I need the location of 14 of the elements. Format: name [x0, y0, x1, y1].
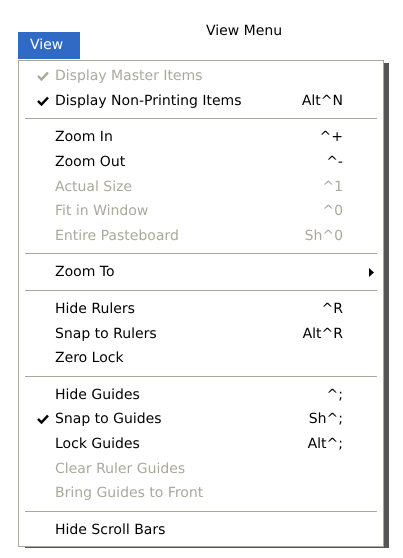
submenu-arrow-icon: [369, 268, 374, 277]
menu-item[interactable]: Zoom To: [19, 260, 383, 285]
menu-item[interactable]: Display Non-Printing Items Alt^N: [19, 88, 383, 114]
menu-item[interactable]: Zero Lock: [19, 346, 383, 371]
menu-item[interactable]: Snap to Rulers Alt^R: [19, 321, 383, 346]
menu-item[interactable]: Hide Guides ^;: [19, 382, 383, 408]
menu-item[interactable]: Zoom In ^+: [19, 125, 383, 150]
menu-item[interactable]: Zoom Out ^-: [19, 150, 383, 174]
menu-button[interactable]: View: [18, 32, 80, 59]
menu-item[interactable]: Snap to Guides Sh^;: [19, 407, 383, 432]
page-title: View Menu: [206, 23, 282, 39]
menu-item[interactable]: Lock Guides Alt^;: [19, 432, 383, 456]
menu-item[interactable]: Hide Scroll Bars: [19, 518, 383, 542]
menu-item[interactable]: Hide Rulers ^R: [19, 296, 383, 322]
